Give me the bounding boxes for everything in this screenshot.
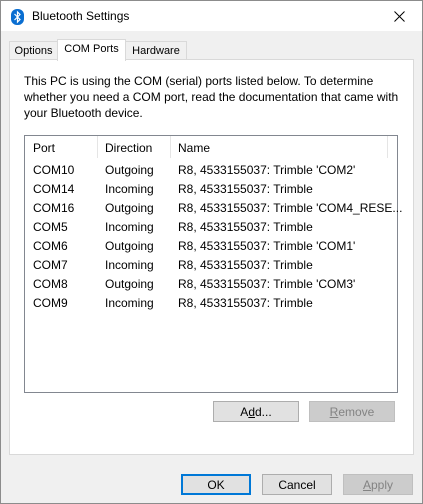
list-header: Port Direction Name <box>25 136 397 160</box>
name-cell: R8, 4533155037: Trimble <box>178 220 313 234</box>
apply-label-suffix: pply <box>371 478 394 492</box>
apply-button[interactable]: Apply <box>343 474 413 495</box>
com-ports-panel: This PC is using the COM (serial) ports … <box>9 59 414 455</box>
table-row[interactable]: COM16 Outgoing R8, 4533155037: Trimble '… <box>25 199 402 218</box>
description-text: This PC is using the COM (serial) ports … <box>24 74 399 120</box>
direction-cell: Incoming <box>105 220 154 234</box>
window-title: Bluetooth Settings <box>32 9 130 23</box>
close-button[interactable] <box>376 1 422 31</box>
remove-accelerator: R <box>329 405 339 419</box>
table-row[interactable]: COM5 Incoming R8, 4533155037: Trimble <box>25 218 397 237</box>
direction-cell: Outgoing <box>105 239 154 253</box>
name-cell: R8, 4533155037: Trimble <box>178 182 313 196</box>
direction-cell: Incoming <box>105 296 154 310</box>
name-cell: R8, 4533155037: Trimble <box>178 296 313 310</box>
direction-cell: Incoming <box>105 182 154 196</box>
table-row[interactable]: COM6 Outgoing R8, 4533155037: Trimble 'C… <box>25 237 397 256</box>
port-cell: COM14 <box>33 182 75 196</box>
add-accelerator: d <box>248 405 255 419</box>
column-divider[interactable] <box>97 136 98 158</box>
tab-options[interactable]: Options <box>9 41 58 60</box>
bluetooth-settings-dialog: Bluetooth Settings Options COM Ports Har… <box>0 0 423 504</box>
cancel-button[interactable]: Cancel <box>262 474 332 495</box>
direction-cell: Outgoing <box>105 163 154 177</box>
column-divider[interactable] <box>170 136 171 158</box>
column-divider[interactable] <box>387 136 388 158</box>
port-cell: COM8 <box>33 277 68 291</box>
column-header-port[interactable]: Port <box>33 141 55 155</box>
tab-com-ports[interactable]: COM Ports <box>57 39 126 61</box>
port-cell: COM7 <box>33 258 68 272</box>
column-header-name[interactable]: Name <box>178 141 210 155</box>
name-cell: R8, 4533155037: Trimble 'COM2' <box>178 163 356 177</box>
port-cell: COM9 <box>33 296 68 310</box>
add-label-suffix: d... <box>255 405 272 419</box>
table-row[interactable]: COM10 Outgoing R8, 4533155037: Trimble '… <box>25 161 397 180</box>
column-header-direction[interactable]: Direction <box>105 141 152 155</box>
ok-button[interactable]: OK <box>181 474 251 495</box>
remove-label-suffix: emove <box>338 405 375 419</box>
title-bar: Bluetooth Settings <box>1 1 422 31</box>
apply-accelerator: A <box>362 478 371 492</box>
table-row[interactable]: COM9 Incoming R8, 4533155037: Trimble <box>25 294 397 313</box>
com-ports-list[interactable]: Port Direction Name COM10 Outgoing R8, 4… <box>24 135 402 393</box>
bluetooth-icon <box>11 9 24 25</box>
add-button[interactable]: Add... <box>213 401 299 422</box>
remove-button[interactable]: Remove <box>309 401 395 422</box>
name-cell: R8, 4533155037: Trimble 'COM1' <box>178 239 356 253</box>
name-cell: R8, 4533155037: Trimble <box>178 258 313 272</box>
close-icon <box>393 10 405 22</box>
direction-cell: Outgoing <box>105 201 154 215</box>
direction-cell: Incoming <box>105 258 154 272</box>
port-cell: COM16 <box>33 201 75 215</box>
port-cell: COM10 <box>33 163 75 177</box>
name-cell: R8, 4533155037: Trimble 'COM4_RESE... <box>178 201 403 215</box>
direction-cell: Outgoing <box>105 277 154 291</box>
table-row[interactable]: COM7 Incoming R8, 4533155037: Trimble <box>25 256 397 275</box>
port-cell: COM6 <box>33 239 68 253</box>
name-cell: R8, 4533155037: Trimble 'COM3' <box>178 277 356 291</box>
table-row[interactable]: COM14 Incoming R8, 4533155037: Trimble <box>25 180 397 199</box>
port-cell: COM5 <box>33 220 68 234</box>
tab-hardware[interactable]: Hardware <box>125 41 187 60</box>
table-row[interactable]: COM8 Outgoing R8, 4533155037: Trimble 'C… <box>25 275 397 294</box>
